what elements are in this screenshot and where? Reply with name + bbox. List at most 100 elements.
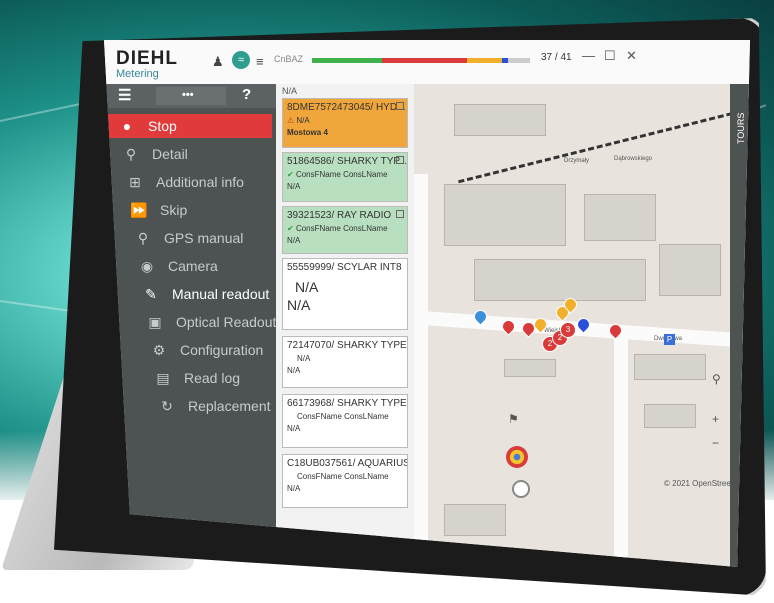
meter-title: 8DME7572473045/ HYD... bbox=[287, 102, 406, 113]
fast-forward-icon: ⏩ bbox=[130, 201, 148, 218]
menu-item-label: Stop bbox=[148, 118, 177, 134]
app-topbar: DIEHL Metering ♟ ≈ ≡ CnBAZ 37 / 41 — ☐ ✕ bbox=[104, 40, 750, 85]
check-icon: ✔ bbox=[287, 224, 294, 233]
pen-readout-icon: ✎ bbox=[145, 285, 157, 302]
locate-me-icon[interactable] bbox=[512, 480, 530, 498]
meter-address: N/A bbox=[287, 182, 301, 191]
list-top-na: N/A bbox=[282, 86, 298, 96]
menu-item-label: Read log bbox=[184, 370, 241, 386]
list-item[interactable]: 51864586/ SHARKY TYP... ✔ ConsFName Cons… bbox=[282, 152, 408, 202]
map-building bbox=[644, 404, 696, 428]
warning-icon: ⚠ bbox=[287, 116, 295, 125]
meter-title: 72147070/ SHARKY TYPE ... bbox=[287, 340, 408, 351]
menu-item-read-log[interactable]: ▤ Read log bbox=[152, 366, 240, 390]
brand-logo: DIEHL bbox=[116, 48, 178, 69]
menu-item-skip[interactable]: ⏩ Skip bbox=[128, 198, 187, 222]
more-dots-icon[interactable]: ••• bbox=[182, 89, 194, 101]
meter-address: Mostowa 4 bbox=[287, 128, 328, 137]
meter-consumer: ✔ ConsFName ConsLName bbox=[287, 170, 388, 179]
close-button[interactable]: ✕ bbox=[626, 48, 637, 64]
map-building bbox=[474, 259, 646, 301]
meter-title: 55559999/ SCYLAR INT8 bbox=[287, 262, 402, 273]
meter-address: N/A bbox=[287, 236, 301, 245]
minimize-button[interactable]: — bbox=[582, 48, 595, 63]
help-icon[interactable]: ? bbox=[242, 86, 251, 103]
menu-item-label: Configuration bbox=[180, 342, 264, 358]
expand-icon[interactable] bbox=[396, 210, 404, 218]
map-building bbox=[584, 194, 656, 241]
menu-item-replacement[interactable]: ↻ Replacement bbox=[156, 394, 271, 418]
menu-header: ☰ ••• ? bbox=[104, 84, 276, 108]
progress-segment-read bbox=[312, 58, 382, 63]
meter-address: N/A bbox=[287, 424, 301, 433]
parking-icon: P bbox=[664, 334, 675, 345]
menu-item-label: Detail bbox=[152, 146, 188, 162]
menu-item-configuration[interactable]: ⚙ Configuration bbox=[148, 338, 264, 362]
current-location-target-icon[interactable] bbox=[506, 446, 528, 468]
meter-list: N/A 8DME7572473045/ HYD... ⚠ N/A Mostowa… bbox=[276, 84, 414, 567]
brand-subtitle: Metering bbox=[116, 68, 159, 80]
list-item[interactable]: 55559999/ SCYLAR INT8 N/A N/A bbox=[282, 258, 408, 330]
route-progress-bar bbox=[312, 58, 530, 63]
map-road bbox=[414, 174, 428, 567]
street-label: Drzymały bbox=[564, 158, 589, 164]
zoom-out-button[interactable]: − bbox=[712, 436, 719, 450]
meter-consumer: ConsFName ConsLName bbox=[297, 412, 389, 421]
menu-item-label: Manual readout bbox=[172, 286, 270, 302]
list-item[interactable]: C18UB037561/ AQUARIUS ConsFName ConsLNam… bbox=[282, 454, 408, 508]
menu-item-label: Replacement bbox=[188, 398, 271, 414]
menu-item-detail[interactable]: ⚲ Detail bbox=[120, 142, 188, 166]
maximize-button[interactable]: ☐ bbox=[604, 48, 616, 64]
log-icon: ▤ bbox=[156, 369, 170, 386]
map-view[interactable]: Drzymały Dąbrowskiego Wiejska Dworcowa 2… bbox=[414, 84, 750, 567]
list-item[interactable]: 72147070/ SHARKY TYPE ... N/A N/A bbox=[282, 336, 408, 388]
list-item[interactable]: 66173968/ SHARKY TYPE ... ConsFName Cons… bbox=[282, 394, 408, 448]
zoom-search-icon[interactable]: ⚲ bbox=[712, 372, 721, 386]
map-building bbox=[454, 104, 546, 136]
progress-segment-remaining bbox=[508, 58, 530, 63]
meter-title: 39321523/ RAY RADIO bbox=[287, 210, 392, 221]
menu-item-label: Optical Readout bbox=[176, 314, 277, 330]
tablet-screen: DIEHL Metering ♟ ≈ ≡ CnBAZ 37 / 41 — ☐ ✕… bbox=[104, 40, 750, 567]
side-menu: ☰ ••• ? ● Stop ⚲ Detail ⊞ Additional inf… bbox=[104, 84, 276, 567]
meter-consumer: ✔ ConsFName ConsLName bbox=[287, 224, 388, 233]
menu-item-label: GPS manual bbox=[164, 230, 244, 246]
replace-icon: ↻ bbox=[161, 397, 173, 414]
user-icon[interactable]: ♟ bbox=[212, 54, 224, 70]
meter-cluster[interactable]: 3 bbox=[560, 322, 576, 338]
meter-title: 51864586/ SHARKY TYP... bbox=[287, 156, 408, 167]
list-icon[interactable]: ≡ bbox=[256, 54, 264, 69]
tours-label: TOURS bbox=[736, 112, 746, 144]
flag-icon[interactable]: ⚑ bbox=[508, 412, 519, 426]
gear-icon: ⚙ bbox=[152, 341, 166, 358]
map-road bbox=[614, 334, 628, 567]
expand-icon[interactable] bbox=[396, 102, 404, 110]
gps-pin-icon: ⚲ bbox=[137, 229, 149, 246]
progress-segment-warning bbox=[467, 58, 502, 63]
plus-info-icon: ⊞ bbox=[129, 173, 141, 190]
meter-address: N/A bbox=[287, 366, 301, 375]
menu-item-gps-manual[interactable]: ⚲ GPS manual bbox=[132, 226, 244, 250]
readout-counter: 37 / 41 bbox=[541, 52, 572, 63]
list-item[interactable]: 39321523/ RAY RADIO ✔ ConsFName ConsLNam… bbox=[282, 206, 408, 254]
menu-item-stop[interactable]: ● Stop bbox=[104, 114, 272, 138]
street-label: Dąbrowskiego bbox=[614, 156, 653, 162]
camera-icon: ◉ bbox=[140, 257, 154, 274]
expand-icon[interactable] bbox=[396, 156, 404, 164]
magnifier-icon: ⚲ bbox=[125, 145, 137, 162]
hamburger-icon[interactable]: ☰ bbox=[118, 86, 131, 104]
route-code: CnBAZ bbox=[274, 54, 304, 64]
wireless-connection-icon[interactable]: ≈ bbox=[232, 51, 250, 69]
menu-item-manual-readout[interactable]: ✎ Manual readout bbox=[140, 282, 269, 306]
meter-title: 66173968/ SHARKY TYPE ... bbox=[287, 398, 408, 409]
menu-item-additional-info[interactable]: ⊞ Additional info bbox=[124, 170, 244, 194]
meter-address: N/A bbox=[287, 484, 301, 493]
menu-item-label: Camera bbox=[168, 258, 218, 274]
menu-item-camera[interactable]: ◉ Camera bbox=[136, 254, 218, 278]
map-building bbox=[504, 359, 556, 377]
menu-item-label: Skip bbox=[160, 202, 188, 218]
menu-item-optical-readout[interactable]: ▣ Optical Readout bbox=[144, 310, 276, 334]
list-item[interactable]: 8DME7572473045/ HYD... ⚠ N/A Mostowa 4 bbox=[282, 98, 408, 148]
record-icon: ● bbox=[122, 118, 132, 134]
zoom-in-button[interactable]: + bbox=[712, 412, 719, 426]
